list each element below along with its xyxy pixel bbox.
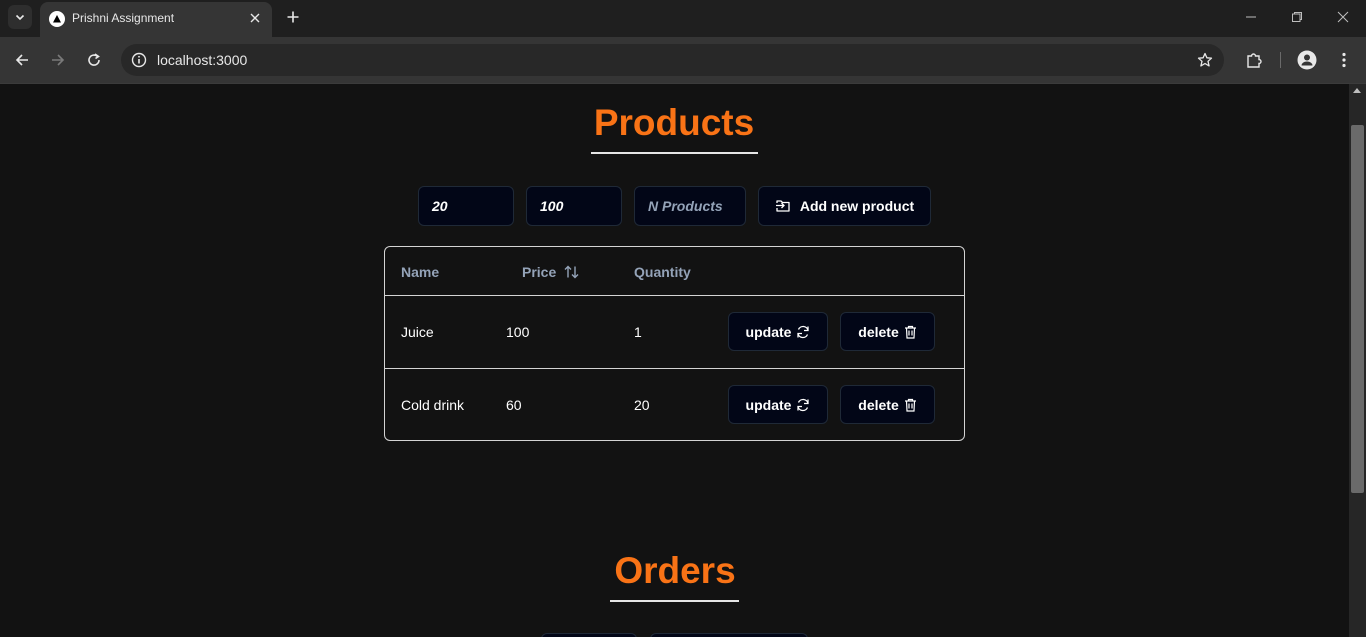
add-new-product-label: Add new product xyxy=(799,198,915,214)
products-title-underline xyxy=(591,152,758,154)
scroll-up-arrow-icon[interactable] xyxy=(1353,88,1361,93)
extensions-puzzle-icon[interactable] xyxy=(1242,48,1266,72)
back-button[interactable] xyxy=(10,48,34,72)
header-row-divider xyxy=(385,295,964,296)
refresh-icon xyxy=(797,325,810,338)
restore-icon xyxy=(1292,12,1302,22)
orders-title-underline xyxy=(610,600,739,602)
page-scrollbar[interactable] xyxy=(1349,84,1366,637)
product-quantity: 20 xyxy=(634,397,650,413)
browser-tab-strip: Prishni Assignment xyxy=(0,0,1366,37)
product-quantity: 1 xyxy=(634,324,642,340)
reload-icon xyxy=(88,53,100,66)
products-title: Products xyxy=(593,102,755,143)
folder-input-icon xyxy=(775,200,790,212)
address-bar[interactable]: localhost:3000 xyxy=(121,44,1224,76)
favicon-triangle-icon xyxy=(49,11,65,27)
add-new-product-button[interactable]: Add new product xyxy=(758,186,931,226)
column-header-price[interactable]: Price xyxy=(522,264,579,280)
site-info-icon[interactable] xyxy=(129,50,149,70)
tab-search-button[interactable] xyxy=(8,5,32,29)
update-button[interactable]: update xyxy=(728,312,828,351)
column-header-name: Name xyxy=(401,264,440,280)
product-name: Cold drink xyxy=(401,397,465,413)
bookmark-star-icon[interactable] xyxy=(1194,49,1216,71)
product-price: 60 xyxy=(506,397,522,413)
column-header-quantity: Quantity xyxy=(634,264,691,280)
arrow-left-icon xyxy=(15,54,28,66)
min-price-input[interactable]: 20 xyxy=(418,186,514,226)
delete-button[interactable]: delete xyxy=(840,312,935,351)
product-name: Juice xyxy=(401,324,434,340)
forward-button[interactable] xyxy=(46,48,70,72)
browser-toolbar: localhost:3000 xyxy=(0,37,1366,83)
orders-control-partial[interactable] xyxy=(541,633,637,637)
update-button[interactable]: update xyxy=(728,385,828,424)
plus-icon xyxy=(287,11,299,23)
minimize-button[interactable] xyxy=(1236,4,1266,30)
arrow-right-icon xyxy=(52,54,65,66)
tab-title: Prishni Assignment xyxy=(72,11,175,25)
update-label: update xyxy=(745,396,792,413)
chevron-down-icon xyxy=(15,14,25,21)
trash-icon xyxy=(904,398,916,412)
page-viewport: Products 20 100 N Products Add new produ… xyxy=(0,84,1349,637)
product-price: 100 xyxy=(506,324,530,340)
profile-avatar-icon[interactable] xyxy=(1295,48,1319,72)
delete-label: delete xyxy=(858,323,899,340)
delete-label: delete xyxy=(858,396,899,413)
update-label: update xyxy=(745,323,792,340)
trash-icon xyxy=(904,325,916,339)
restore-button[interactable] xyxy=(1282,4,1312,30)
close-tab-icon[interactable] xyxy=(246,9,264,27)
sort-arrows-icon[interactable] xyxy=(564,265,579,279)
new-tab-button[interactable] xyxy=(282,6,304,28)
url-text: localhost:3000 xyxy=(157,52,248,68)
products-table: Name Price Quantity Juice 100 1 update d… xyxy=(384,246,965,441)
max-price-input[interactable]: 100 xyxy=(526,186,622,226)
row-divider xyxy=(385,368,964,369)
refresh-icon xyxy=(797,398,810,411)
scrollbar-thumb[interactable] xyxy=(1351,125,1364,493)
delete-button[interactable]: delete xyxy=(840,385,935,424)
orders-control-partial[interactable] xyxy=(650,633,808,637)
reload-button[interactable] xyxy=(82,48,106,72)
menu-kebab-icon[interactable] xyxy=(1332,48,1356,72)
close-window-button[interactable] xyxy=(1328,4,1358,30)
orders-title: Orders xyxy=(614,550,736,591)
toolbar-separator xyxy=(1280,52,1281,68)
minimize-icon xyxy=(1246,16,1256,18)
product-count-input[interactable]: N Products xyxy=(634,186,746,226)
browser-tab[interactable]: Prishni Assignment xyxy=(40,2,272,37)
close-icon xyxy=(1337,11,1349,23)
